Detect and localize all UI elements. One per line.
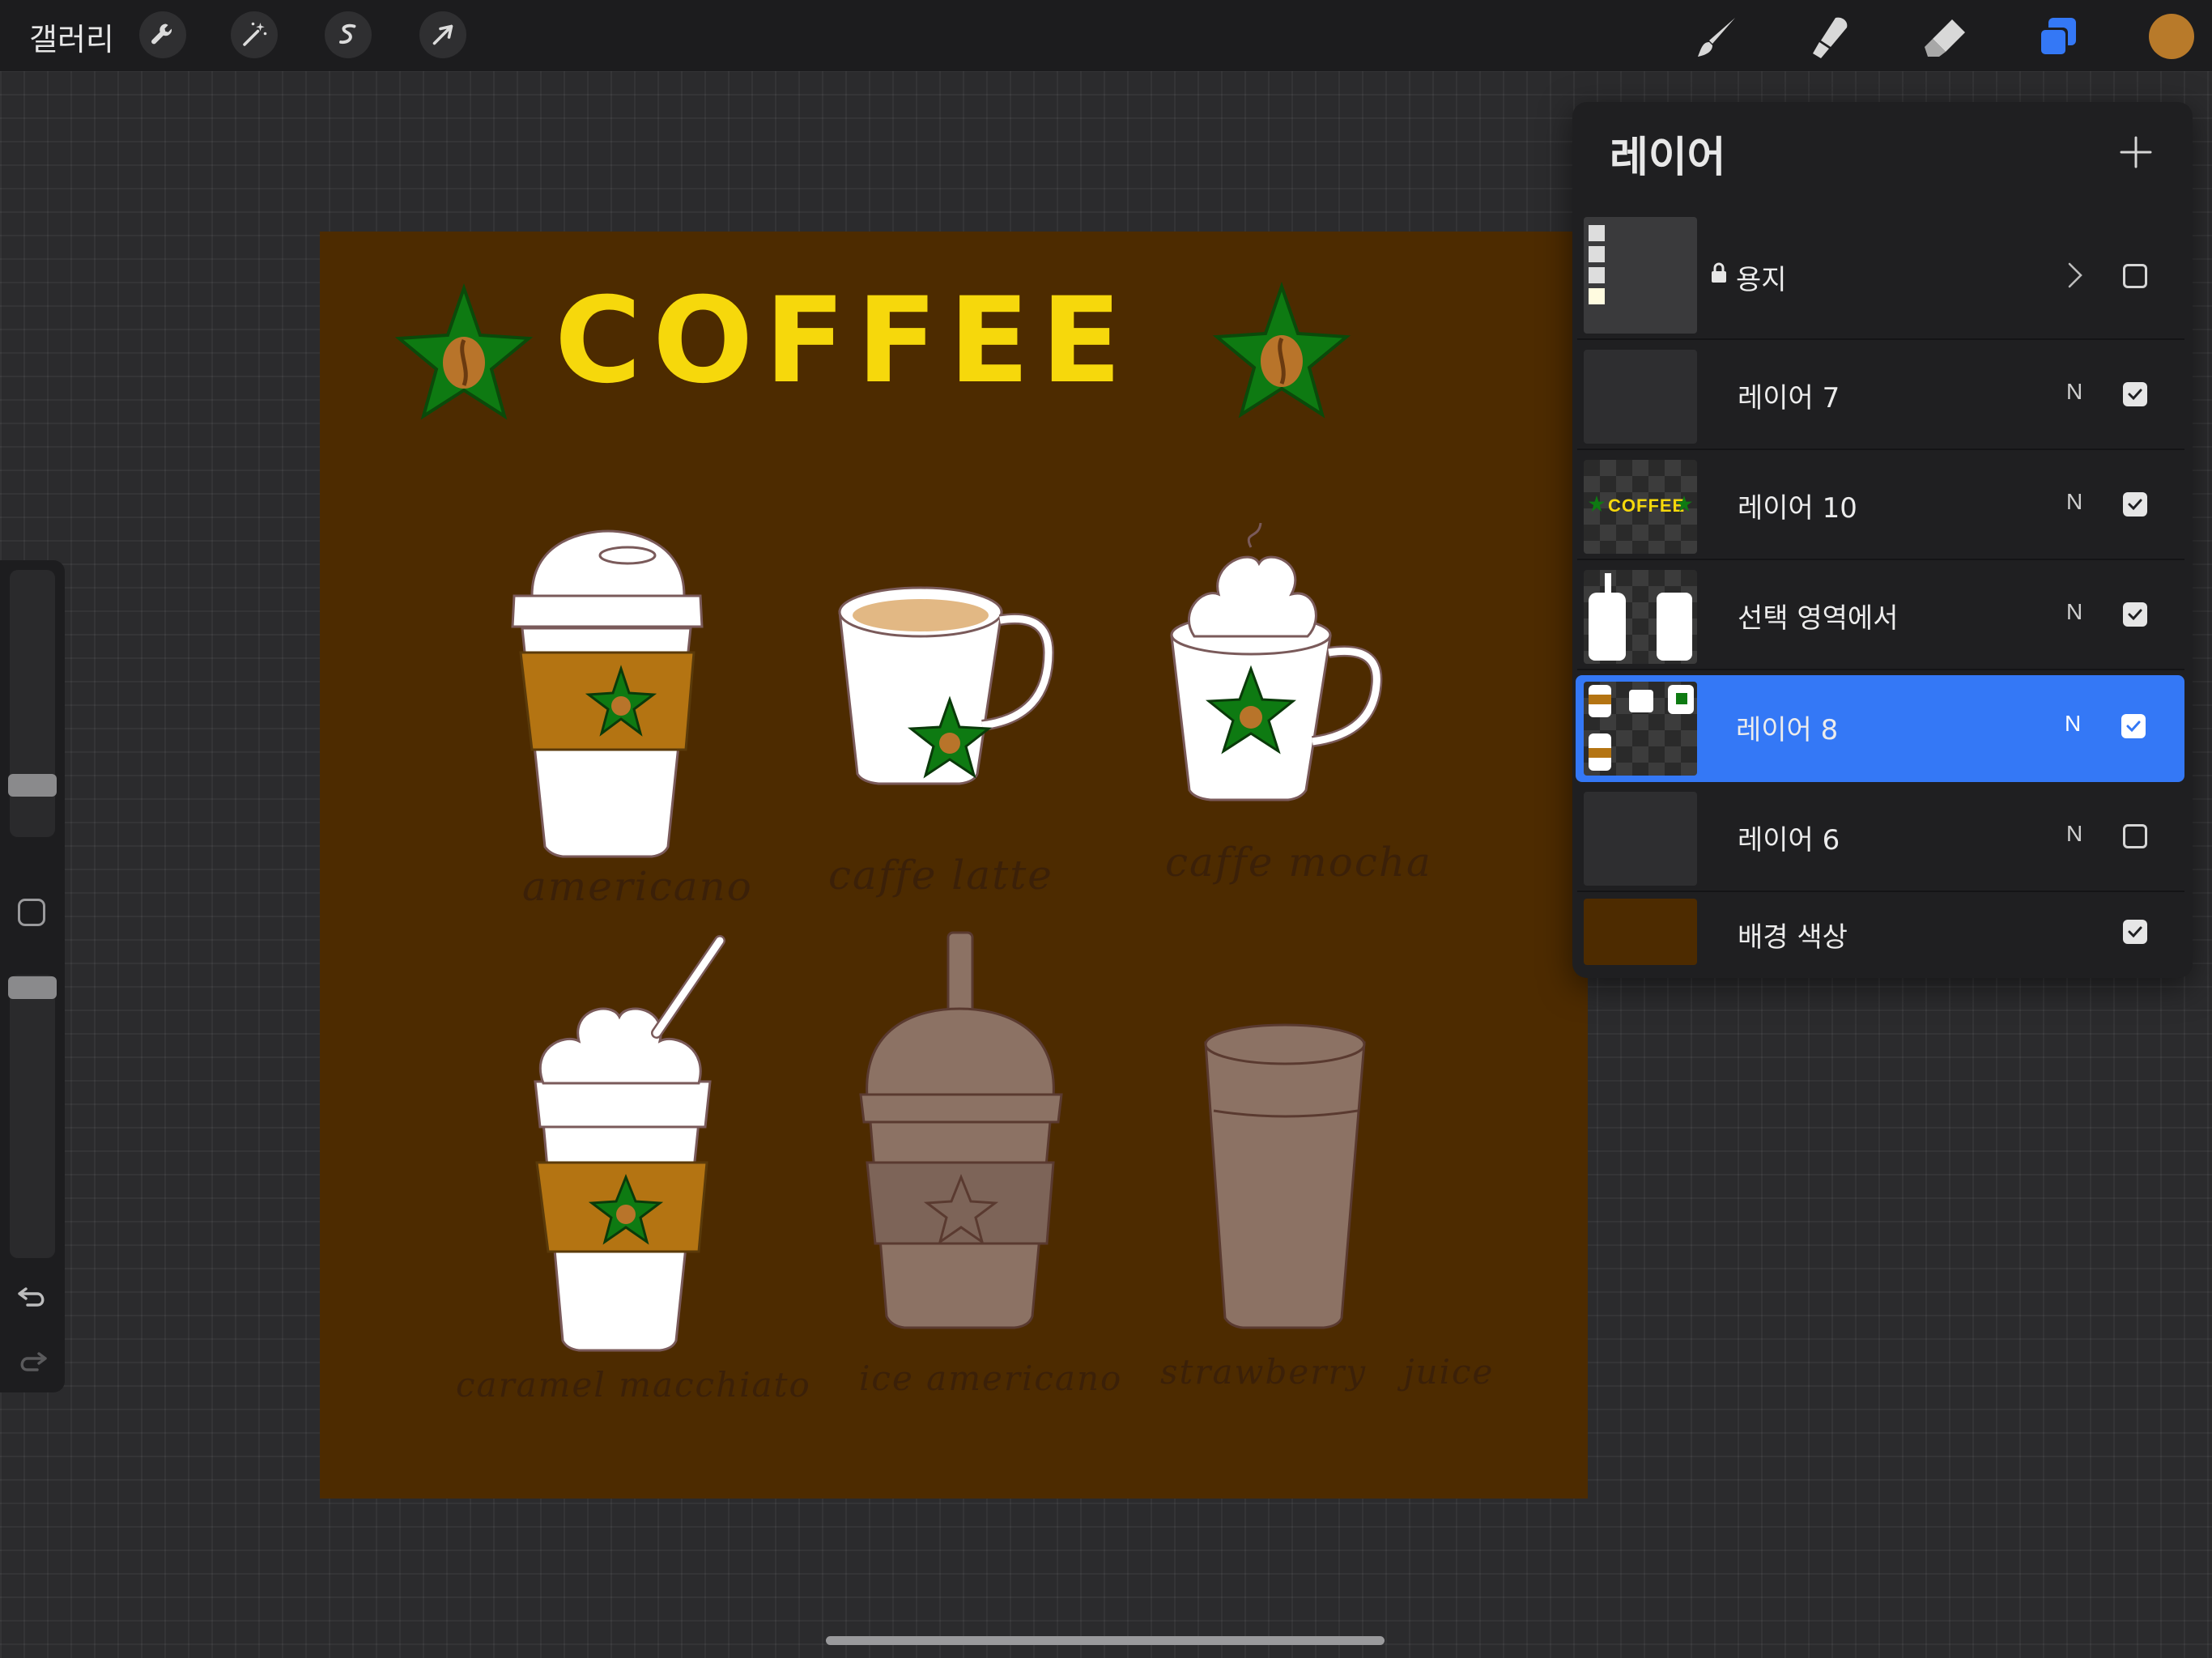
- plus-icon[interactable]: [2113, 130, 2159, 175]
- eraser-tool-button[interactable]: [1921, 13, 1970, 62]
- caffe-latte-cup-drawing: [838, 586, 1055, 785]
- visibility-checkbox[interactable]: [2123, 602, 2147, 627]
- blend-mode-button[interactable]: N: [2066, 379, 2082, 405]
- adjustments-button[interactable]: [231, 11, 278, 58]
- layer-row-layer-7[interactable]: 레이어 7 N: [1577, 343, 2184, 450]
- layer-name: 배경 색상: [1738, 921, 1848, 954]
- actions-button[interactable]: [139, 11, 186, 58]
- gallery-button[interactable]: 갤러리: [29, 15, 114, 59]
- lock-icon: [1712, 262, 1726, 283]
- layer-row-layer-8[interactable]: 레이어 8 N: [1576, 675, 2184, 782]
- layer-thumbnail: [1584, 682, 1697, 776]
- brush-size-thumb[interactable]: [8, 774, 57, 797]
- layer-row-from-selection[interactable]: 선택 영역에서 N: [1577, 563, 2184, 670]
- redo-icon[interactable]: [13, 1342, 52, 1381]
- layer-name: 레이어 7: [1738, 382, 1840, 414]
- left-sidebar: [0, 560, 65, 1392]
- ice-americano-cup-drawing: [859, 931, 1063, 1329]
- checkmark-icon: [2126, 721, 2141, 733]
- checkmark-icon: [2128, 499, 2142, 511]
- undo-icon[interactable]: [13, 1278, 52, 1316]
- drink-label-ice-americano: ice americano: [859, 1358, 1123, 1398]
- visibility-checkbox[interactable]: [2121, 714, 2146, 738]
- top-toolbar: 갤러리: [0, 0, 2212, 71]
- layers-icon: [2039, 18, 2076, 57]
- layer-name: 레이어 6: [1738, 824, 1840, 857]
- brush-size-slider[interactable]: [8, 570, 57, 837]
- visibility-checkbox[interactable]: [2123, 824, 2147, 848]
- strawberry-juice-glass-drawing: [1204, 1023, 1366, 1329]
- color-picker-button[interactable]: [2149, 14, 2194, 59]
- layer-thumbnail: [1584, 899, 1697, 965]
- layer-name: 레이어 10: [1738, 492, 1857, 525]
- layer-row-layer-6[interactable]: 레이어 6 N: [1577, 785, 2184, 892]
- selection-icon: [339, 23, 356, 45]
- transform-arrow-icon: [432, 24, 453, 45]
- canvas-title: COFFEE: [555, 272, 1134, 410]
- transform-button[interactable]: [419, 11, 466, 58]
- blend-mode-button[interactable]: N: [2066, 599, 2082, 625]
- layer-thumbnail: COFFEE: [1584, 460, 1697, 554]
- layer-name: 용지: [1736, 264, 1787, 296]
- wrench-icon: [151, 23, 172, 45]
- layer-thumbnail: [1584, 792, 1697, 886]
- drink-label-caramel-macchiato: caramel macchiato: [456, 1365, 811, 1405]
- opacity-thumb[interactable]: [8, 976, 57, 999]
- drink-label-caffe-mocha: caffe mocha: [1165, 839, 1432, 886]
- chevron-right-icon[interactable]: [2066, 261, 2084, 290]
- checkmark-icon: [2128, 389, 2142, 401]
- layers-panel-title: 레이어: [1610, 134, 1726, 182]
- layer-row-background-color[interactable]: 배경 색상: [1577, 894, 2184, 971]
- drink-label-caffe-latte: caffe latte: [828, 852, 1053, 899]
- eraser-icon: [1925, 19, 1965, 57]
- magic-wand-icon: [243, 22, 267, 46]
- americano-cup-drawing: [511, 529, 704, 858]
- smudge-tool-button[interactable]: [1806, 13, 1855, 62]
- visibility-checkbox[interactable]: [2123, 920, 2147, 944]
- home-indicator[interactable]: [826, 1636, 1385, 1645]
- layer-thumbnail: [1584, 350, 1697, 444]
- opacity-slider[interactable]: [8, 975, 57, 1258]
- selection-button[interactable]: [325, 11, 372, 58]
- caramel-macchiato-cup-drawing: [534, 935, 725, 1352]
- drawing-canvas[interactable]: COFFEE americano caffe latte caffe mocha…: [320, 232, 1588, 1499]
- layer-row-paper[interactable]: 용지: [1577, 210, 2184, 340]
- blend-mode-button[interactable]: N: [2066, 821, 2082, 847]
- layers-tool-button[interactable]: [2034, 13, 2082, 62]
- layer-thumbnail: [1584, 217, 1697, 334]
- layer-name: 레이어 8: [1736, 714, 1839, 746]
- visibility-checkbox[interactable]: [2123, 382, 2147, 406]
- checkmark-icon: [2128, 609, 2142, 621]
- star-logo-right: [1212, 281, 1351, 419]
- smudge-icon: [1813, 17, 1848, 58]
- brush-icon: [1698, 18, 1735, 57]
- drink-label-strawberry-juice: strawberry juice: [1160, 1352, 1495, 1392]
- layer-name: 선택 영역에서: [1738, 602, 1899, 635]
- caffe-mocha-cup-drawing: [1170, 522, 1383, 801]
- blend-mode-button[interactable]: N: [2065, 711, 2081, 737]
- star-logo-left: [394, 283, 534, 420]
- blend-mode-button[interactable]: N: [2066, 489, 2082, 515]
- brush-tool-button[interactable]: [1693, 13, 1742, 62]
- visibility-checkbox[interactable]: [2123, 492, 2147, 517]
- layer-row-layer-10[interactable]: COFFEE 레이어 10 N: [1577, 453, 2184, 560]
- thumbnail-coffee-text: COFFEE: [1608, 495, 1686, 516]
- checkmark-icon: [2128, 926, 2142, 938]
- visibility-checkbox[interactable]: [2123, 264, 2147, 288]
- modifier-square-icon[interactable]: [18, 899, 45, 926]
- layer-thumbnail: [1584, 570, 1697, 664]
- drink-label-americano: americano: [522, 863, 753, 910]
